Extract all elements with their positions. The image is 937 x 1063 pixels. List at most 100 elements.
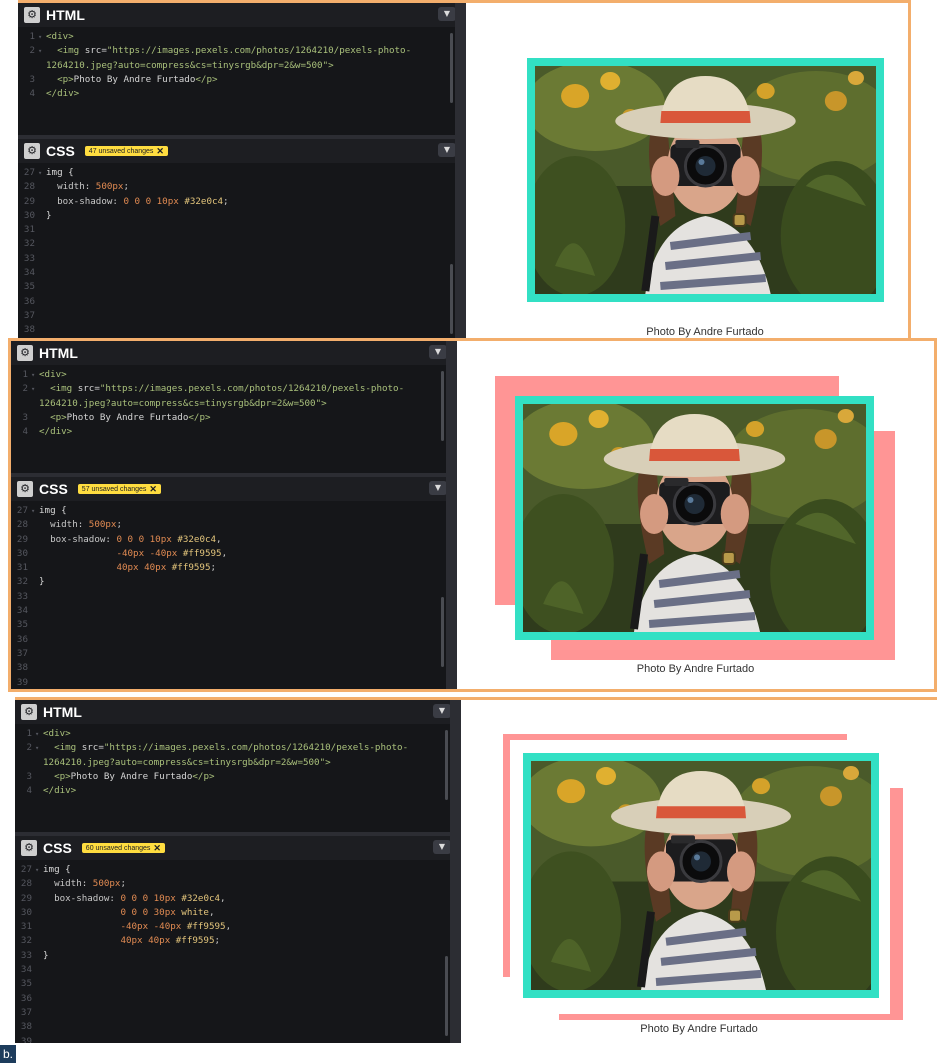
code-line[interactable]: 27 ▾ img { bbox=[18, 166, 466, 180]
code-line[interactable]: 1264210.jpeg?auto=compress&cs=tinysrgb&d… bbox=[15, 756, 461, 770]
code-line[interactable]: 32 40px 40px #ff9595; bbox=[15, 934, 461, 948]
code-line[interactable]: 39 bbox=[15, 1035, 461, 1043]
code-line[interactable]: 38 bbox=[11, 661, 457, 675]
gear-icon[interactable]: ⚙ bbox=[24, 7, 40, 23]
gear-icon[interactable]: ⚙ bbox=[24, 143, 40, 159]
code-line[interactable]: 34 bbox=[15, 963, 461, 977]
code-line[interactable]: 36 bbox=[18, 295, 466, 309]
close-icon[interactable]: ✕ bbox=[153, 844, 161, 853]
code-line[interactable]: 31 -40px -40px #ff9595, bbox=[15, 920, 461, 934]
chevron-down-icon[interactable]: ▼ bbox=[438, 7, 456, 21]
code-line[interactable]: 28 width: 500px; bbox=[18, 180, 466, 194]
html-code[interactable]: 1 ▾ <div> 2 ▾ <img src= "https://images.pexel… bbox=[15, 724, 461, 832]
pane-divider[interactable] bbox=[450, 700, 461, 1043]
code-line[interactable]: 1 ▾ <div> bbox=[18, 30, 466, 44]
unsaved-badge[interactable]: 60 unsaved changes ✕ bbox=[81, 843, 165, 853]
code-line[interactable]: 1 ▾ <div> bbox=[11, 368, 457, 382]
fold-marker bbox=[38, 59, 46, 73]
code-line[interactable]: 38 bbox=[15, 1020, 461, 1034]
code-line[interactable]: 36 bbox=[11, 633, 457, 647]
close-icon[interactable]: ✕ bbox=[156, 147, 164, 156]
code-line[interactable]: 28 width: 500px; bbox=[15, 877, 461, 891]
scrollbar[interactable] bbox=[445, 730, 448, 800]
chevron-down-icon[interactable]: ▼ bbox=[438, 143, 456, 157]
code-line[interactable]: 39 bbox=[11, 676, 457, 689]
html-code[interactable]: 1 ▾ <div> 2 ▾ <img src= "https://images.pexel… bbox=[11, 365, 457, 473]
code-line[interactable]: 1264210.jpeg?auto=compress&cs=tinysrgb&d… bbox=[11, 397, 457, 411]
pane-divider[interactable] bbox=[446, 341, 457, 689]
chevron-down-icon[interactable]: ▼ bbox=[433, 704, 451, 718]
code-line[interactable]: 27 ▾ img { bbox=[11, 504, 457, 518]
code-line[interactable]: 36 bbox=[15, 992, 461, 1006]
pane-divider[interactable] bbox=[455, 3, 466, 338]
css-label: CSS bbox=[46, 143, 75, 159]
gear-icon[interactable]: ⚙ bbox=[21, 704, 37, 720]
code-line[interactable]: 37 bbox=[18, 309, 466, 323]
code-line[interactable]: 2 ▾ <img src= "https://images.pexels.com/p… bbox=[15, 741, 461, 755]
code-line[interactable]: 37 bbox=[15, 1006, 461, 1020]
code-line[interactable]: 4 </div> bbox=[18, 87, 466, 101]
code-token: } bbox=[43, 949, 49, 961]
chevron-down-icon[interactable]: ▼ bbox=[433, 840, 451, 854]
code-token: ; bbox=[123, 181, 130, 193]
unsaved-badge[interactable]: 47 unsaved changes ✕ bbox=[84, 146, 168, 156]
css-header: ⚙ CSS 47 unsaved changes ✕ ▼ bbox=[18, 139, 466, 163]
code-line[interactable]: 33} bbox=[15, 949, 461, 963]
css-code[interactable]: 27 ▾ img {28 width: 500px; 29 box-shadow: 0… bbox=[18, 163, 466, 338]
code-line[interactable]: 35 bbox=[15, 977, 461, 991]
css-section: ⚙ CSS 60 unsaved changes ✕ ▼ 27 ▾ img {28 w… bbox=[15, 836, 461, 1043]
code-token: <p> bbox=[46, 73, 74, 85]
fold-marker bbox=[35, 1006, 43, 1020]
scrollbar[interactable] bbox=[450, 264, 453, 334]
code-line[interactable]: 2 ▾ <img src= "https://images.pexels.com/p… bbox=[18, 44, 466, 58]
code-line[interactable]: 27 ▾ img { bbox=[15, 863, 461, 877]
code-line[interactable]: 35 bbox=[18, 280, 466, 294]
gear-icon[interactable]: ⚙ bbox=[17, 345, 33, 361]
code-line[interactable]: 30} bbox=[18, 209, 466, 223]
code-line[interactable]: 32 bbox=[18, 237, 466, 251]
scrollbar[interactable] bbox=[450, 33, 453, 103]
gear-icon[interactable]: ⚙ bbox=[21, 840, 37, 856]
code-line[interactable]: 34 bbox=[18, 266, 466, 280]
code-line[interactable]: 1264210.jpeg?auto=compress&cs=tinysrgb&d… bbox=[18, 59, 466, 73]
scrollbar[interactable] bbox=[441, 597, 444, 667]
code-line[interactable]: 29 box-shadow: 0 0 0 10px #32e0c4, bbox=[15, 892, 461, 906]
chevron-down-icon[interactable]: ▼ bbox=[429, 481, 447, 495]
code-line[interactable]: 31 40px 40px #ff9595; bbox=[11, 561, 457, 575]
code-line[interactable]: 2 ▾ <img src= "https://images.pexels.com/p… bbox=[11, 382, 457, 396]
html-label: HTML bbox=[43, 704, 82, 720]
code-line[interactable]: 3 <p> Photo By Andre Furtado </p> bbox=[11, 411, 457, 425]
code-line[interactable]: 3 <p> Photo By Andre Furtado </p> bbox=[18, 73, 466, 87]
code-line[interactable]: 31 bbox=[18, 223, 466, 237]
code-line[interactable]: 32} bbox=[11, 575, 457, 589]
scrollbar[interactable] bbox=[445, 956, 448, 1036]
scrollbar[interactable] bbox=[441, 371, 444, 441]
code-line[interactable]: 37 bbox=[11, 647, 457, 661]
code-token: width: bbox=[43, 878, 93, 890]
code-line[interactable]: 38 bbox=[18, 323, 466, 337]
chevron-down-icon[interactable]: ▼ bbox=[429, 345, 447, 359]
code-line[interactable]: 33 bbox=[11, 590, 457, 604]
code-line[interactable]: 29 box-shadow: 0 0 0 10px #32e0c4, bbox=[11, 533, 457, 547]
code-line[interactable]: 4 </div> bbox=[15, 784, 461, 798]
html-code[interactable]: 1 ▾ <div> 2 ▾ <img src= "https://images.pexel… bbox=[18, 27, 466, 135]
css-code[interactable]: 27 ▾ img {28 width: 500px; 29 box-shadow: 0… bbox=[15, 860, 461, 1043]
gear-icon[interactable]: ⚙ bbox=[17, 481, 33, 497]
code-line[interactable]: 1 ▾ <div> bbox=[15, 727, 461, 741]
close-icon[interactable]: ✕ bbox=[149, 485, 157, 494]
code-line[interactable]: 30 -40px -40px #ff9595, bbox=[11, 547, 457, 561]
code-line[interactable]: 29 box-shadow: 0 0 0 10px #32e0c4; bbox=[18, 195, 466, 209]
line-number: 36 bbox=[23, 295, 35, 307]
code-line[interactable]: 33 bbox=[18, 252, 466, 266]
code-line[interactable]: 34 bbox=[11, 604, 457, 618]
unsaved-badge[interactable]: 57 unsaved changes ✕ bbox=[77, 484, 161, 494]
code-line[interactable]: 28 width: 500px; bbox=[11, 518, 457, 532]
code-line[interactable]: 4 </div> bbox=[11, 425, 457, 439]
code-line[interactable]: 3 <p> Photo By Andre Furtado </p> bbox=[15, 770, 461, 784]
code-token: #32e0c4 bbox=[184, 195, 224, 207]
code-line[interactable]: 35 bbox=[11, 618, 457, 632]
line-number: 36 bbox=[16, 633, 28, 645]
css-code[interactable]: 27 ▾ img {28 width: 500px; 29 box-shadow: 0… bbox=[11, 501, 457, 689]
unsaved-text: 60 unsaved changes bbox=[85, 844, 151, 852]
code-line[interactable]: 30 0 0 0 30px white, bbox=[15, 906, 461, 920]
